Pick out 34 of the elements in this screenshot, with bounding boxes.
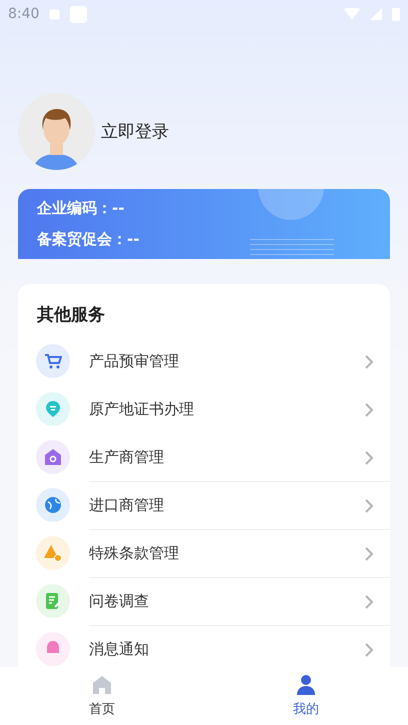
service-item[interactable]: 消息通知	[89, 640, 364, 659]
note-edit-icon	[44, 592, 62, 610]
service-item[interactable]: 进口商管理	[89, 496, 364, 515]
chevron-right-icon	[364, 354, 374, 370]
wifi-icon	[344, 8, 360, 20]
service-item[interactable]: 原产地证书办理	[89, 400, 364, 419]
service-item[interactable]: 特殊条款管理	[89, 544, 364, 563]
house-icon	[44, 448, 62, 466]
chevron-right-icon	[364, 642, 374, 658]
status-time: 8:40	[8, 6, 40, 22]
chevron-right-icon	[364, 594, 374, 610]
tab-bar-item[interactable]: 我的	[204, 667, 408, 725]
service-item[interactable]: 问卷调查	[89, 592, 364, 611]
notification-icon	[49, 8, 60, 20]
company-info-text: 备案贸促会：--	[37, 230, 140, 249]
chevron-right-icon	[364, 546, 374, 562]
section-title: 其他服务	[36, 304, 106, 327]
chevron-right-icon	[364, 402, 374, 418]
company-info-text: 企业编码：--	[37, 199, 124, 218]
tab-bar-item[interactable]: 首页	[0, 667, 204, 725]
location-pin-icon	[44, 400, 62, 418]
service-item[interactable]: 生产商管理	[89, 448, 364, 467]
warning-triangle-icon	[44, 544, 62, 562]
cart-icon	[44, 352, 62, 370]
chevron-right-icon	[364, 498, 374, 514]
globe-icon	[44, 496, 62, 514]
service-item[interactable]: 产品预审管理	[89, 352, 364, 371]
home-icon	[91, 674, 113, 696]
user-icon	[295, 674, 317, 696]
battery-icon	[392, 7, 400, 21]
signal-icon	[370, 8, 382, 20]
chevron-right-icon	[364, 450, 374, 466]
login-link[interactable]: 立即登录	[101, 120, 169, 143]
app-icon	[70, 6, 88, 22]
